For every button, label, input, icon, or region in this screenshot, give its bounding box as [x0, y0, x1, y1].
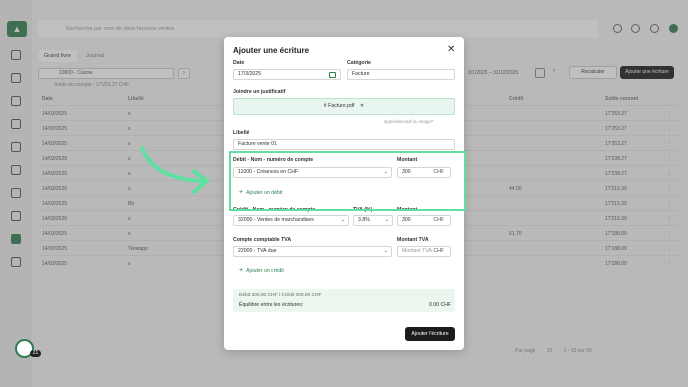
credit-amount-field[interactable]: 300 CHF	[397, 215, 451, 226]
remove-file-icon[interactable]: ✕	[360, 103, 364, 109]
attached-file: # Facture.pdf	[323, 103, 355, 109]
submit-entry-button[interactable]: Ajouter l'écriture	[405, 327, 455, 341]
vat-account-select[interactable]: 22000 - TVA due ⌄	[233, 246, 392, 257]
tva-rate-select[interactable]: 3.8% ⌄	[353, 215, 393, 226]
file-dropzone[interactable]: # Facture.pdf ✕	[233, 98, 455, 115]
close-icon[interactable]: ✕	[447, 45, 455, 55]
credit-account-select[interactable]: 32000 - Ventes de marchandises ⌄	[233, 215, 349, 226]
credit-amount-value: 300	[402, 217, 411, 223]
date-field[interactable]: 17/3/2025	[233, 69, 341, 80]
date-value: 17/3/2025	[238, 71, 262, 77]
currency-label: CHF	[433, 217, 444, 223]
add-credit-button[interactable]: + Ajouter un crédit	[239, 267, 284, 274]
currency-label: CHF	[433, 248, 444, 254]
vat-account-label: Compte comptable TVA	[233, 237, 292, 243]
balance-summary: Débit 300.00 CHF / Crédit 300.00 CHF Équ…	[233, 289, 455, 312]
plus-icon: +	[239, 267, 244, 274]
date-label: Date	[233, 60, 245, 66]
vat-account-value: 22000 - TVA due	[238, 248, 277, 254]
debit-credit-summary: Débit 300.00 CHF / Crédit 300.00 CHF	[239, 293, 322, 298]
libelle-label: Libellé	[233, 130, 250, 136]
balance-label: Équilibre entre les écritures:	[239, 302, 304, 308]
vat-amount-label: Montant TVA	[397, 237, 429, 243]
modal-title: Ajouter une écriture	[233, 46, 310, 55]
tva-rate-value: 3.8%	[358, 217, 370, 223]
chevron-down-icon: ⌄	[384, 217, 389, 223]
calendar-icon[interactable]	[329, 71, 336, 78]
pointer-arrow-icon	[140, 146, 209, 194]
category-label: Catégorie	[347, 60, 371, 66]
upload-hint: application/pdf ou image/*	[384, 119, 434, 124]
vat-amount-field[interactable]: Montant TVA CHF	[397, 246, 451, 257]
attach-label: Joindre un justificatif	[233, 89, 286, 95]
chevron-down-icon: ⌄	[340, 217, 345, 223]
balance-value: 0.00 CHF	[429, 302, 452, 308]
chevron-down-icon: ⌄	[383, 248, 388, 254]
credit-account-value: 32000 - Ventes de marchandises	[238, 217, 314, 223]
vat-amount-placeholder: Montant TVA	[402, 248, 432, 254]
notification-badge: 21	[30, 350, 41, 357]
category-field[interactable]: Facture	[347, 69, 455, 80]
libelle-field[interactable]: Facture vente 01	[233, 139, 455, 150]
add-credit-label: Ajouter un crédit	[246, 268, 284, 274]
highlight-box	[229, 151, 466, 211]
